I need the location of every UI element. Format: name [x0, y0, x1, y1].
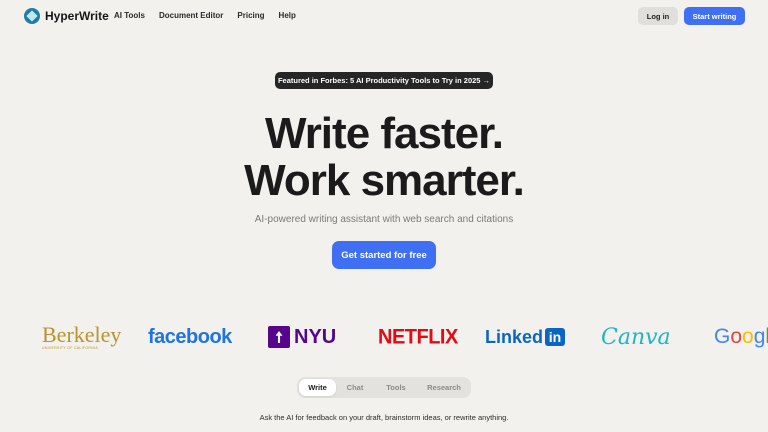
feature-tabs: Write Chat Tools Research: [297, 377, 471, 398]
hyperwrite-logo-icon: [24, 8, 40, 24]
tab-research[interactable]: Research: [420, 379, 468, 396]
berkeley-logo: Berkeley UNIVERSITY OF CALIFORNIA: [42, 318, 121, 356]
feature-caption: Ask the AI for feedback on your draft, b…: [259, 413, 509, 422]
berkeley-subtitle: UNIVERSITY OF CALIFORNIA: [42, 345, 98, 350]
linkedin-in-icon: in: [545, 328, 566, 346]
nav-link-help[interactable]: Help: [279, 11, 296, 20]
brand-logo-link[interactable]: HyperWrite: [24, 8, 109, 24]
tab-chat[interactable]: Chat: [340, 379, 370, 396]
nav-links: AI Tools Document Editor Pricing Help: [114, 11, 310, 20]
top-navbar: HyperWrite AI Tools Document Editor Pric…: [0, 0, 768, 34]
nyu-wordmark: NYU: [294, 325, 337, 348]
nyu-torch-icon: [268, 326, 290, 348]
canva-logo: Canva: [601, 324, 671, 350]
nav-link-pricing[interactable]: Pricing: [237, 11, 264, 20]
get-started-button[interactable]: Get started for free: [332, 241, 436, 269]
nyu-logo: NYU: [268, 318, 336, 356]
nav-link-document-editor[interactable]: Document Editor: [159, 11, 223, 20]
hero-subtitle: AI-powered writing assistant with web se…: [254, 214, 514, 225]
google-logo: Googl: [714, 325, 768, 348]
nav-link-ai-tools[interactable]: AI Tools: [114, 11, 145, 20]
brand-name: HyperWrite: [45, 9, 109, 23]
hero-headline-line-1: Write faster.: [264, 109, 504, 158]
customer-logo-strip: Berkeley UNIVERSITY OF CALIFORNIA facebo…: [0, 318, 768, 356]
login-button[interactable]: Log in: [638, 7, 678, 25]
berkeley-wordmark: Berkeley: [42, 321, 122, 347]
facebook-logo: facebook: [148, 325, 232, 348]
tab-write[interactable]: Write: [299, 379, 336, 396]
linkedin-logo: Linked in: [485, 318, 566, 356]
linkedin-wordmark: Linked: [485, 326, 544, 347]
netflix-logo: NETFLIX: [378, 324, 458, 349]
start-writing-button[interactable]: Start writing: [684, 7, 745, 25]
hero-headline-line-2: Work smarter.: [244, 156, 525, 205]
forbes-announcement-badge[interactable]: Featured in Forbes: 5 AI Productivity To…: [275, 72, 493, 89]
tab-tools[interactable]: Tools: [380, 379, 412, 396]
